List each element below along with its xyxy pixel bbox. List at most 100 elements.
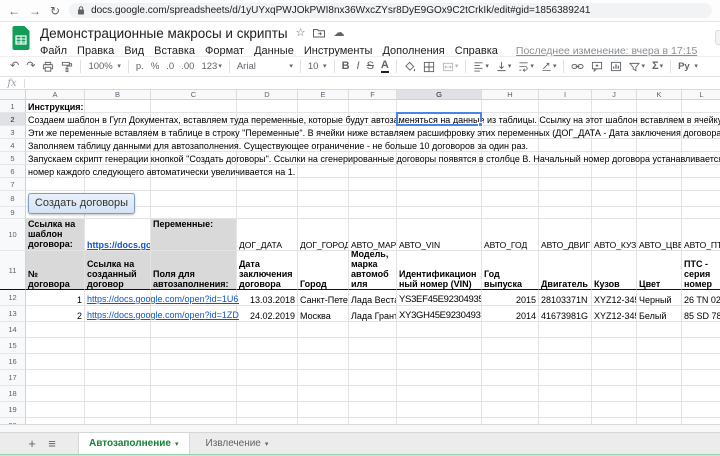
cell-F9[interactable] bbox=[349, 207, 397, 219]
decrease-decimal-button[interactable]: .0 bbox=[166, 62, 174, 72]
cell-D1[interactable] bbox=[237, 100, 298, 113]
cell-K3[interactable] bbox=[637, 126, 682, 139]
merge-cells-icon[interactable]: ▾ bbox=[442, 61, 459, 73]
cell-G1[interactable] bbox=[397, 100, 482, 113]
cell-A18[interactable] bbox=[26, 386, 85, 402]
cell-G9[interactable] bbox=[397, 207, 482, 219]
column-header-A[interactable]: A bbox=[26, 90, 85, 100]
cell-L5[interactable] bbox=[682, 152, 720, 165]
cell-L18[interactable] bbox=[682, 386, 720, 402]
cell-L11[interactable]: ПТС - серия номер bbox=[682, 251, 720, 290]
cell-C18[interactable] bbox=[151, 386, 237, 402]
cell-I7[interactable] bbox=[539, 178, 592, 191]
cell-L14[interactable] bbox=[682, 322, 720, 338]
cell-G17[interactable] bbox=[397, 370, 482, 386]
cell-C11[interactable]: Поля для автозаполнения: bbox=[151, 251, 237, 290]
cell-H9[interactable] bbox=[482, 207, 539, 219]
cell-F7[interactable] bbox=[349, 178, 397, 191]
cell-J4[interactable] bbox=[592, 139, 637, 152]
cell-K9[interactable] bbox=[637, 207, 682, 219]
cell-J5[interactable] bbox=[592, 152, 637, 165]
increase-decimal-button[interactable]: .00 bbox=[181, 62, 194, 72]
cell-D19[interactable] bbox=[237, 402, 298, 418]
sheet-tab-extract[interactable]: Извлечение▾ bbox=[196, 433, 279, 454]
column-header-I[interactable]: I bbox=[539, 90, 592, 100]
cell-G14[interactable] bbox=[397, 322, 482, 338]
cloud-status-icon[interactable]: ☁ bbox=[333, 28, 344, 39]
horizontal-scrollbar[interactable] bbox=[0, 424, 720, 432]
cell-A1[interactable] bbox=[26, 100, 85, 113]
cell-E16[interactable] bbox=[298, 354, 349, 370]
cell-G7[interactable] bbox=[397, 178, 482, 191]
sheets-logo-icon[interactable] bbox=[12, 26, 30, 50]
cell-D5[interactable] bbox=[237, 152, 298, 165]
cell-G15[interactable] bbox=[397, 338, 482, 354]
cell-H10[interactable]: АВТО_ГОД bbox=[482, 219, 539, 251]
add-sheet-button[interactable]: + bbox=[22, 433, 42, 454]
cell-L7[interactable] bbox=[682, 178, 720, 191]
cell-C8[interactable] bbox=[151, 191, 237, 207]
cell-J16[interactable] bbox=[592, 354, 637, 370]
cell-H4[interactable] bbox=[482, 139, 539, 152]
cell-I18[interactable] bbox=[539, 386, 592, 402]
text-wrap-icon[interactable]: ▾ bbox=[518, 61, 534, 72]
insert-chart-icon[interactable] bbox=[610, 61, 622, 72]
cell-K6[interactable] bbox=[637, 165, 682, 178]
cell-E13[interactable]: Москва bbox=[298, 306, 349, 322]
cell-I2[interactable] bbox=[539, 113, 592, 126]
cell-L17[interactable] bbox=[682, 370, 720, 386]
row-header-4[interactable]: 4 bbox=[0, 139, 26, 152]
undo-icon[interactable]: ↶ bbox=[10, 61, 19, 72]
cell-B1[interactable] bbox=[85, 100, 151, 113]
cell-F2[interactable] bbox=[349, 113, 397, 126]
cell-F10[interactable]: АВТО_МАРКА bbox=[349, 219, 397, 251]
cell-E8[interactable] bbox=[298, 191, 349, 207]
cell-J18[interactable] bbox=[592, 386, 637, 402]
fill-color-icon[interactable] bbox=[404, 61, 416, 73]
cell-G2[interactable] bbox=[397, 113, 482, 126]
cell-I11[interactable]: Двигатель bbox=[539, 251, 592, 290]
cell-C1[interactable] bbox=[151, 100, 237, 113]
cell-H15[interactable] bbox=[482, 338, 539, 354]
tab-menu-icon[interactable]: ▾ bbox=[175, 440, 179, 448]
cell-B2[interactable] bbox=[85, 113, 151, 126]
cell-H6[interactable] bbox=[482, 165, 539, 178]
cell-D2[interactable] bbox=[237, 113, 298, 126]
cell-C5[interactable] bbox=[151, 152, 237, 165]
cell-J14[interactable] bbox=[592, 322, 637, 338]
cell-J8[interactable] bbox=[592, 191, 637, 207]
cell-K11[interactable]: Цвет bbox=[637, 251, 682, 290]
cell-K13[interactable]: Белый bbox=[637, 306, 682, 322]
cell-C14[interactable] bbox=[151, 322, 237, 338]
insert-link-icon[interactable] bbox=[571, 61, 584, 72]
cell-K5[interactable] bbox=[637, 152, 682, 165]
sheet-tab-autofill[interactable]: Автозаполнение▾ bbox=[78, 433, 190, 454]
star-icon[interactable]: ☆ bbox=[296, 28, 306, 39]
cell-D7[interactable] bbox=[237, 178, 298, 191]
row-header-18[interactable]: 18 bbox=[0, 386, 26, 402]
filter-icon[interactable]: ▾ bbox=[629, 62, 645, 72]
cell-L2[interactable] bbox=[682, 113, 720, 126]
currency-format-button[interactable]: р. bbox=[136, 62, 144, 72]
cell-D10[interactable]: ДОГ_ДАТА bbox=[237, 219, 298, 251]
row-header-19[interactable]: 19 bbox=[0, 402, 26, 418]
cell-G13[interactable]: XY3GH45E923049327 bbox=[397, 306, 482, 322]
tab-menu-icon[interactable]: ▾ bbox=[265, 440, 269, 448]
cell-L3[interactable] bbox=[682, 126, 720, 139]
cell-E4[interactable] bbox=[298, 139, 349, 152]
row-header-12[interactable]: 12 bbox=[0, 290, 26, 306]
cell-C10[interactable]: Переменные: bbox=[151, 219, 237, 251]
doc-title[interactable]: Демонстрационные макросы и скрипты bbox=[40, 26, 288, 41]
cell-F17[interactable] bbox=[349, 370, 397, 386]
cell-J1[interactable] bbox=[592, 100, 637, 113]
forward-icon[interactable]: → bbox=[29, 5, 41, 17]
column-header-F[interactable]: F bbox=[349, 90, 397, 100]
row-header-11[interactable]: 11 bbox=[0, 251, 26, 290]
column-header-B[interactable]: B bbox=[85, 90, 151, 100]
row-header-13[interactable]: 13 bbox=[0, 306, 26, 322]
cell-I16[interactable] bbox=[539, 354, 592, 370]
cell-F18[interactable] bbox=[349, 386, 397, 402]
cell-K15[interactable] bbox=[637, 338, 682, 354]
cell-E9[interactable] bbox=[298, 207, 349, 219]
cell-A4[interactable] bbox=[26, 139, 85, 152]
